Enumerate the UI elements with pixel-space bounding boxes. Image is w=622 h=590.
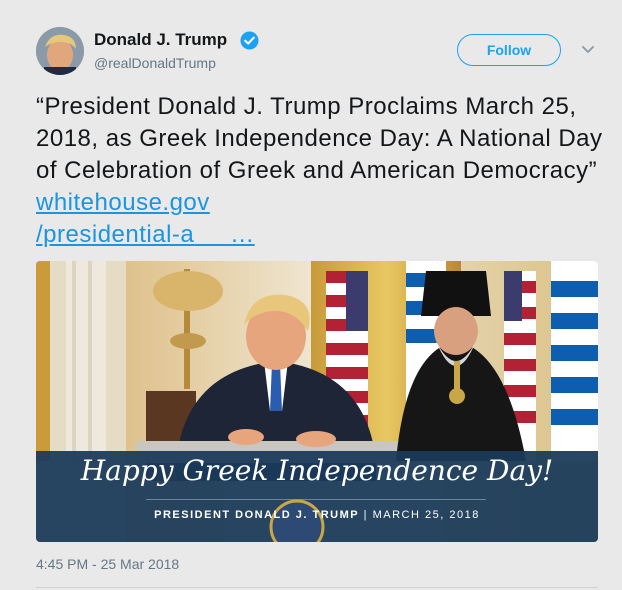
follow-button[interactable]: Follow	[457, 34, 561, 66]
tweet-link[interactable]: whitehouse.gov/presidential-a …	[36, 189, 255, 248]
author-handle[interactable]: @realDonaldTrump	[94, 55, 216, 71]
tweet-text: “President Donald J. Trump Proclaims Mar…	[36, 91, 606, 251]
image-headline: Happy Greek Independence Day!	[80, 454, 554, 487]
divider	[36, 587, 598, 588]
tweet-link-line1[interactable]: whitehouse.gov	[36, 189, 210, 216]
image-caption-name: PRESIDENT DONALD J. TRUMP	[154, 509, 360, 521]
tweet-link-ellipsis[interactable]: …	[230, 221, 255, 248]
author-name[interactable]: Donald J. Trump	[94, 30, 227, 50]
photo-scene	[36, 261, 598, 542]
avatar[interactable]	[36, 27, 84, 75]
image-caption-date: MARCH 25, 2018	[372, 509, 480, 521]
tweet-body: “President Donald J. Trump Proclaims Mar…	[36, 93, 603, 184]
tweet-link-line2[interactable]: /presidential-a	[36, 221, 194, 248]
timestamp[interactable]: 4:45 PM - 25 Mar 2018	[36, 556, 179, 572]
image-caption-separator: |	[359, 509, 373, 521]
verified-badge-icon	[240, 31, 259, 50]
tweet-photo[interactable]: Happy Greek Independence Day! PRESIDENT …	[36, 261, 598, 542]
chevron-down-icon[interactable]	[580, 41, 596, 57]
image-caption: PRESIDENT DONALD J. TRUMP | MARCH 25, 20…	[36, 509, 598, 521]
